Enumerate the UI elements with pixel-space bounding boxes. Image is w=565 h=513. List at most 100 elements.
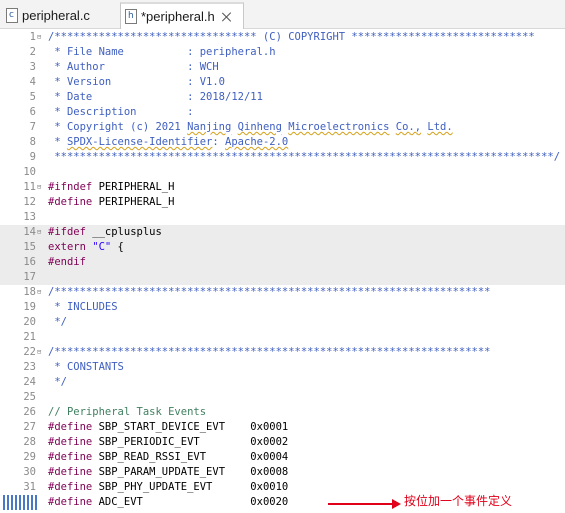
line-number: 20: [23, 316, 36, 328]
code-line[interactable]: 18 ⊟/************************************…: [0, 285, 565, 300]
code-text: /***************************************…: [48, 346, 491, 358]
c-file-icon: c: [6, 8, 18, 23]
line-number: 3: [29, 61, 36, 73]
code-text: #define SBP_PHY_UPDATE_EVT 0x0010: [48, 481, 289, 493]
line-number: 31: [23, 481, 36, 493]
code-text: * CONSTANTS: [48, 361, 124, 373]
fold-toggle-icon[interactable]: ⊟: [37, 349, 43, 356]
line-number: 5: [29, 91, 36, 103]
line-number: 2: [29, 46, 36, 58]
line-number: 25: [23, 391, 36, 403]
code-text: * Description :: [48, 106, 194, 118]
code-line[interactable]: 27 #define SBP_START_DEVICE_EVT 0x0001: [0, 420, 565, 435]
line-number: 17: [23, 271, 36, 283]
code-text: #define SBP_PERIODIC_EVT 0x0002: [48, 436, 289, 448]
code-line[interactable]: 5 * Date : 2018/12/11: [0, 90, 565, 105]
code-line[interactable]: 30 #define SBP_PARAM_UPDATE_EVT 0x0008: [0, 465, 565, 480]
code-line[interactable]: 2 * File Name : peripheral.h: [0, 45, 565, 60]
code-text: #define ADC_EVT 0x0020: [48, 496, 289, 508]
code-line[interactable]: 1 ⊟/******************************** (C) …: [0, 30, 565, 45]
code-line[interactable]: 23 * CONSTANTS: [0, 360, 565, 375]
code-line[interactable]: 11 ⊟ #ifndef PERIPHERAL_H: [0, 180, 565, 195]
current-line-marker: [3, 495, 37, 510]
close-icon[interactable]: [221, 11, 233, 23]
tab-peripheral-h[interactable]: h *peripheral.h: [120, 2, 244, 29]
line-number: 23: [23, 361, 36, 373]
fold-toggle-icon[interactable]: ⊟: [37, 229, 43, 236]
code-line[interactable]: 22 ⊟/************************************…: [0, 345, 565, 360]
annotation-text: 按位加一个事件定义: [404, 494, 513, 508]
h-file-icon: h: [125, 9, 137, 24]
code-text: * Date : 2018/12/11: [48, 91, 263, 103]
line-number: 19: [23, 301, 36, 313]
code-line[interactable]: 16 #endif: [0, 255, 565, 270]
code-line[interactable]: 4 * Version : V1.0: [0, 75, 565, 90]
code-text: * File Name : peripheral.h: [48, 46, 276, 58]
code-text: */: [48, 376, 67, 388]
code-line[interactable]: 20 */: [0, 315, 565, 330]
code-text: ****************************************…: [48, 151, 561, 163]
annotation-arrow-line: [328, 503, 394, 505]
line-number: 8: [29, 136, 36, 148]
code-text: #define SBP_READ_RSSI_EVT 0x0004: [48, 451, 289, 463]
code-line[interactable]: 13: [0, 210, 565, 225]
line-number: 9: [29, 151, 36, 163]
code-text: * Copyright (c) 2021 Nanjing Qinheng Mic…: [48, 121, 453, 133]
code-text: * Author : WCH: [48, 61, 219, 73]
line-number: 10: [23, 166, 36, 178]
code-text: * INCLUDES: [48, 301, 118, 313]
tab-label: *peripheral.h: [141, 9, 215, 24]
fold-toggle-icon[interactable]: ⊟: [37, 34, 43, 41]
code-text: // Peripheral Task Events: [48, 406, 207, 418]
fold-toggle-icon[interactable]: ⊟: [37, 184, 43, 191]
code-line[interactable]: 25: [0, 390, 565, 405]
code-line[interactable]: 14 ⊟ #ifdef __cplusplus: [0, 225, 565, 240]
fold-toggle-icon[interactable]: ⊟: [37, 289, 43, 296]
annotation-arrow-head: [392, 499, 401, 509]
line-number: 16: [23, 256, 36, 268]
line-number: 7: [29, 121, 36, 133]
code-text: #define SBP_PARAM_UPDATE_EVT 0x0008: [48, 466, 289, 478]
code-text: #endif: [48, 256, 86, 268]
code-line[interactable]: 19 * INCLUDES: [0, 300, 565, 315]
tab-peripheral-c[interactable]: c peripheral.c: [2, 2, 116, 29]
code-text: * SPDX-License-Identifier: Apache-2.0: [48, 136, 289, 148]
code-text: #define PERIPHERAL_H: [48, 196, 175, 208]
code-text: /******************************** (C) CO…: [48, 31, 535, 43]
line-number: 27: [23, 421, 36, 433]
code-text: #ifdef __cplusplus: [48, 226, 162, 238]
code-text: /***************************************…: [48, 286, 491, 298]
line-number: 4: [29, 76, 36, 88]
code-text: extern "C" {: [48, 241, 124, 253]
code-line[interactable]: 24 */: [0, 375, 565, 390]
code-line[interactable]: 26 // Peripheral Task Events: [0, 405, 565, 420]
code-line[interactable]: 3 * Author : WCH: [0, 60, 565, 75]
code-line[interactable]: 8 * SPDX-License-Identifier: Apache-2.0: [0, 135, 565, 150]
line-number: 15: [23, 241, 36, 253]
code-editor[interactable]: 1 ⊟/******************************** (C) …: [0, 29, 565, 513]
code-line[interactable]: 12 #define PERIPHERAL_H: [0, 195, 565, 210]
line-number: 6: [29, 106, 36, 118]
code-line[interactable]: 6 * Description :: [0, 105, 565, 120]
line-number: 13: [23, 211, 36, 223]
line-number: 28: [23, 436, 36, 448]
code-line[interactable]: 7 * Copyright (c) 2021 Nanjing Qinheng M…: [0, 120, 565, 135]
line-number: 12: [23, 196, 36, 208]
tab-label: peripheral.c: [22, 8, 90, 23]
code-text: */: [48, 316, 67, 328]
code-line[interactable]: 17: [0, 270, 565, 285]
code-line[interactable]: 9 **************************************…: [0, 150, 565, 165]
code-text: #define SBP_START_DEVICE_EVT 0x0001: [48, 421, 289, 433]
code-line[interactable]: 15 extern "C" {: [0, 240, 565, 255]
line-number: 29: [23, 451, 36, 463]
code-text: * Version : V1.0: [48, 76, 226, 88]
line-number: 24: [23, 376, 36, 388]
code-text: #ifndef PERIPHERAL_H: [48, 181, 175, 193]
line-number: 26: [23, 406, 36, 418]
code-line[interactable]: 28 #define SBP_PERIODIC_EVT 0x0002: [0, 435, 565, 450]
code-line[interactable]: 10: [0, 165, 565, 180]
line-number: 21: [23, 331, 36, 343]
code-line[interactable]: 21: [0, 330, 565, 345]
code-line[interactable]: 29 #define SBP_READ_RSSI_EVT 0x0004: [0, 450, 565, 465]
editor-tab-bar: c peripheral.c h *peripheral.h: [0, 0, 565, 29]
